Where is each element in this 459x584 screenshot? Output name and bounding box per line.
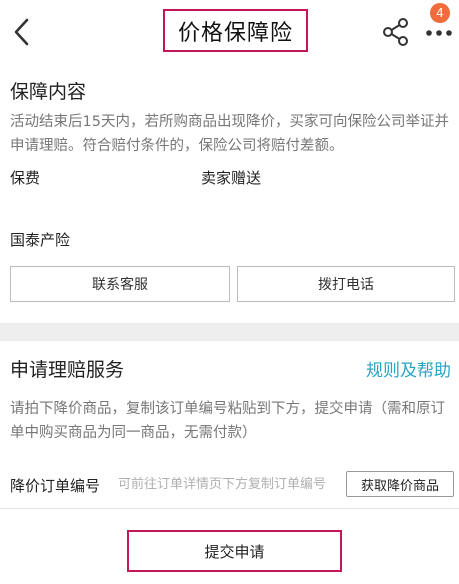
submit-application-button[interactable]: 提交申请 — [127, 530, 342, 572]
insurer-name: 国泰产险 — [10, 231, 71, 249]
claim-description: 请拍下降价商品，复制该订单编号粘贴到下方，提交申请（需和原订单中购买商品为同一商… — [10, 401, 445, 441]
top-bar: 价格保障险 4 — [0, 0, 459, 64]
section-divider — [0, 323, 459, 341]
get-price-drop-item-button[interactable]: 获取降价商品 — [346, 471, 454, 497]
share-icon[interactable] — [382, 16, 410, 48]
back-icon[interactable] — [10, 16, 34, 48]
form-divider — [0, 508, 459, 509]
coverage-section-title: 保障内容 — [10, 81, 87, 103]
page-title: 价格保障险 — [177, 20, 293, 46]
order-number-label: 降价订单编号 — [10, 477, 101, 495]
claim-section-title: 申请理赔服务 — [10, 359, 125, 381]
more-icon[interactable] — [425, 28, 453, 38]
coverage-description: 活动结束后15天内，若所购商品出现降价，买家可向保险公司举证并申请理赔。符合赔付… — [10, 114, 449, 154]
rules-help-link[interactable]: 规则及帮助 — [366, 356, 451, 381]
notification-badge: 4 — [430, 3, 450, 23]
page-title-box: 价格保障险 — [163, 9, 308, 52]
contact-service-button[interactable]: 联系客服 — [10, 266, 230, 302]
premium-value: 卖家赠送 — [201, 169, 262, 187]
call-phone-button[interactable]: 拨打电话 — [237, 266, 455, 302]
order-number-input[interactable] — [118, 470, 340, 498]
premium-label: 保费 — [10, 169, 41, 187]
